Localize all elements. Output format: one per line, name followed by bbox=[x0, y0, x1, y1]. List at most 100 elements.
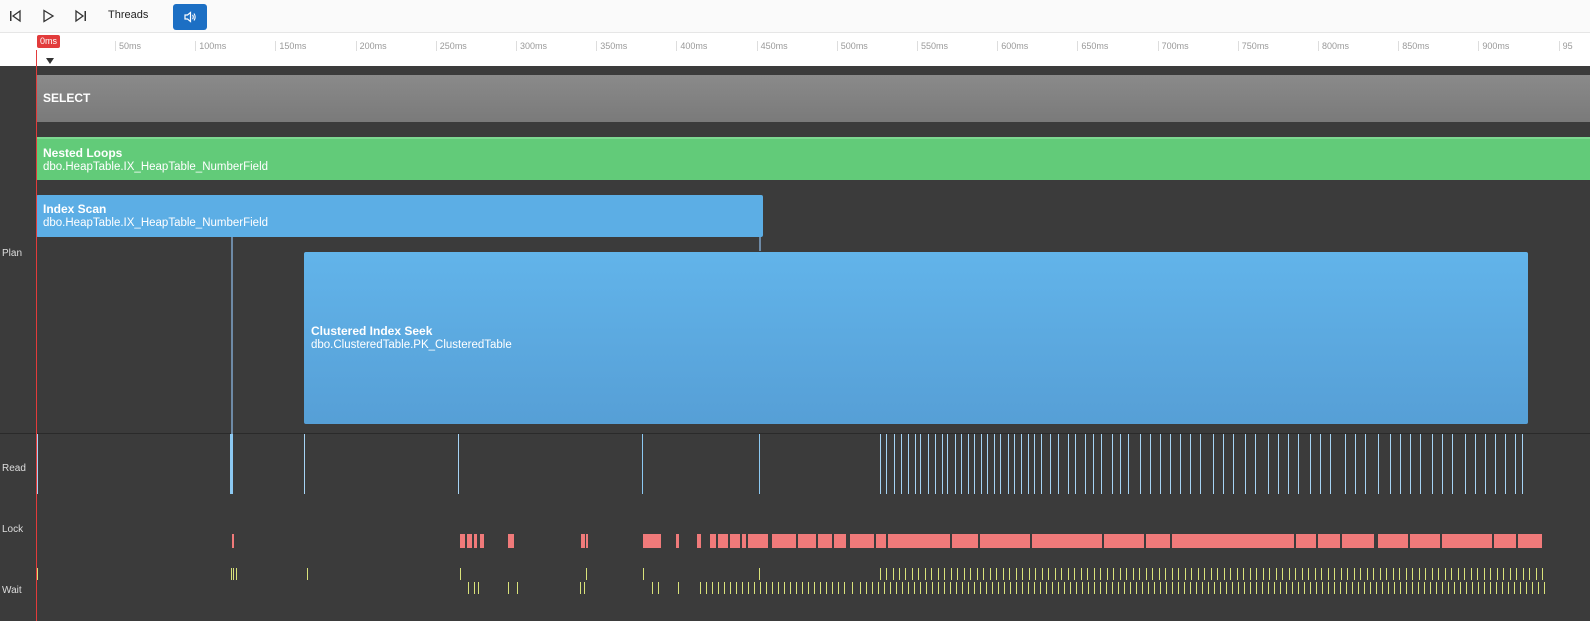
operator-select[interactable]: SELECT bbox=[36, 75, 1590, 122]
wait-event bbox=[584, 582, 585, 594]
read-event bbox=[935, 434, 936, 494]
wait-event bbox=[307, 568, 308, 580]
playhead-handle-icon[interactable] bbox=[46, 58, 54, 64]
play-button[interactable] bbox=[37, 5, 59, 27]
wait-event bbox=[852, 582, 853, 594]
wait-event bbox=[1074, 568, 1075, 580]
operator-nested-loops[interactable]: Nested Loops dbo.HeapTable.IX_HeapTable_… bbox=[36, 137, 1590, 180]
wait-event bbox=[1478, 582, 1479, 594]
read-event bbox=[1223, 434, 1224, 494]
threads-toggle[interactable]: Threads bbox=[108, 9, 148, 21]
wait-event bbox=[1477, 568, 1478, 580]
read-event bbox=[1355, 434, 1356, 494]
read-event bbox=[942, 434, 943, 494]
read-event bbox=[1034, 434, 1035, 494]
wait-event bbox=[1406, 582, 1407, 594]
wait-event bbox=[884, 582, 885, 594]
wait-event bbox=[1386, 568, 1387, 580]
wait-event bbox=[1451, 568, 1452, 580]
lock-event bbox=[878, 534, 886, 548]
wait-event bbox=[1295, 568, 1296, 580]
read-event bbox=[759, 434, 760, 494]
read-event bbox=[1400, 434, 1401, 494]
lock-event bbox=[467, 534, 472, 548]
wait-event bbox=[920, 582, 921, 594]
wait-event bbox=[1250, 582, 1251, 594]
wait-event bbox=[964, 568, 965, 580]
wait-event bbox=[1198, 568, 1199, 580]
wait-event bbox=[1280, 582, 1281, 594]
wait-event bbox=[1310, 582, 1311, 594]
wait-event bbox=[912, 568, 913, 580]
wait-event bbox=[908, 582, 909, 594]
wait-event bbox=[1445, 568, 1446, 580]
wait-event bbox=[1502, 582, 1503, 594]
read-event bbox=[1213, 434, 1214, 494]
wait-event bbox=[1166, 582, 1167, 594]
skip-to-start-button[interactable] bbox=[4, 5, 26, 27]
operator-clustered-index-seek[interactable]: Clustered Index Seek dbo.ClusteredTable.… bbox=[304, 252, 1528, 424]
wait-event bbox=[1250, 568, 1251, 580]
wait-event bbox=[1298, 582, 1299, 594]
wait-event bbox=[1304, 582, 1305, 594]
wait-event bbox=[838, 582, 839, 594]
ruler-tick-label: 850ms bbox=[1398, 41, 1429, 51]
wait-event bbox=[586, 568, 587, 580]
wait-event bbox=[1542, 568, 1543, 580]
wait-event bbox=[736, 582, 737, 594]
wait-event bbox=[700, 582, 701, 594]
wait-event bbox=[1464, 568, 1465, 580]
wait-event bbox=[1393, 568, 1394, 580]
wait-event bbox=[706, 582, 707, 594]
wait-event bbox=[832, 582, 833, 594]
wait-event bbox=[886, 568, 887, 580]
skip-to-end-icon bbox=[75, 9, 86, 23]
read-event bbox=[1378, 434, 1379, 494]
read-event bbox=[1515, 434, 1516, 494]
wait-event bbox=[1237, 568, 1238, 580]
lock-event bbox=[730, 534, 740, 548]
read-event bbox=[1410, 434, 1411, 494]
lock-event bbox=[480, 534, 484, 548]
lock-event bbox=[460, 534, 465, 548]
wait-event bbox=[231, 568, 232, 580]
skip-to-end-button[interactable] bbox=[70, 5, 92, 27]
wait-event bbox=[938, 582, 939, 594]
current-time-badge[interactable]: 0ms bbox=[37, 35, 61, 48]
wait-event bbox=[1503, 568, 1504, 580]
wait-event bbox=[1042, 568, 1043, 580]
ruler-tick-label: 200ms bbox=[355, 41, 387, 51]
wait-event bbox=[826, 582, 827, 594]
read-event bbox=[1028, 434, 1029, 494]
wait-event bbox=[754, 582, 755, 594]
wait-event bbox=[1204, 568, 1205, 580]
wait-event bbox=[1154, 582, 1155, 594]
wait-event bbox=[1224, 568, 1225, 580]
sound-toggle-button[interactable] bbox=[173, 4, 207, 30]
wait-event bbox=[986, 582, 987, 594]
lock-event bbox=[232, 534, 234, 548]
wait-event bbox=[1094, 568, 1095, 580]
operator-index-scan[interactable]: Index Scan dbo.HeapTable.IX_HeapTable_Nu… bbox=[36, 195, 763, 237]
time-ruler[interactable]: 50ms 100ms 150ms 200ms 250ms 300ms 350ms 400ms 4… bbox=[0, 33, 1590, 66]
lock-event bbox=[1318, 534, 1340, 548]
wait-event bbox=[996, 568, 997, 580]
execution-connector bbox=[231, 237, 233, 434]
wait-event bbox=[951, 568, 952, 580]
wait-event bbox=[1412, 568, 1413, 580]
wait-event bbox=[1178, 582, 1179, 594]
wait-event bbox=[759, 568, 760, 580]
read-event bbox=[1112, 434, 1113, 494]
read-event bbox=[1320, 434, 1321, 494]
wait-event bbox=[992, 582, 993, 594]
read-event bbox=[1021, 434, 1022, 494]
wait-event bbox=[1370, 582, 1371, 594]
read-event bbox=[955, 434, 956, 494]
wait-event bbox=[962, 582, 963, 594]
wait-event bbox=[1268, 582, 1269, 594]
playhead-line[interactable] bbox=[36, 50, 37, 621]
wait-event bbox=[1146, 568, 1147, 580]
wait-event bbox=[1538, 582, 1539, 594]
read-event bbox=[37, 434, 38, 494]
wait-event bbox=[1230, 568, 1231, 580]
